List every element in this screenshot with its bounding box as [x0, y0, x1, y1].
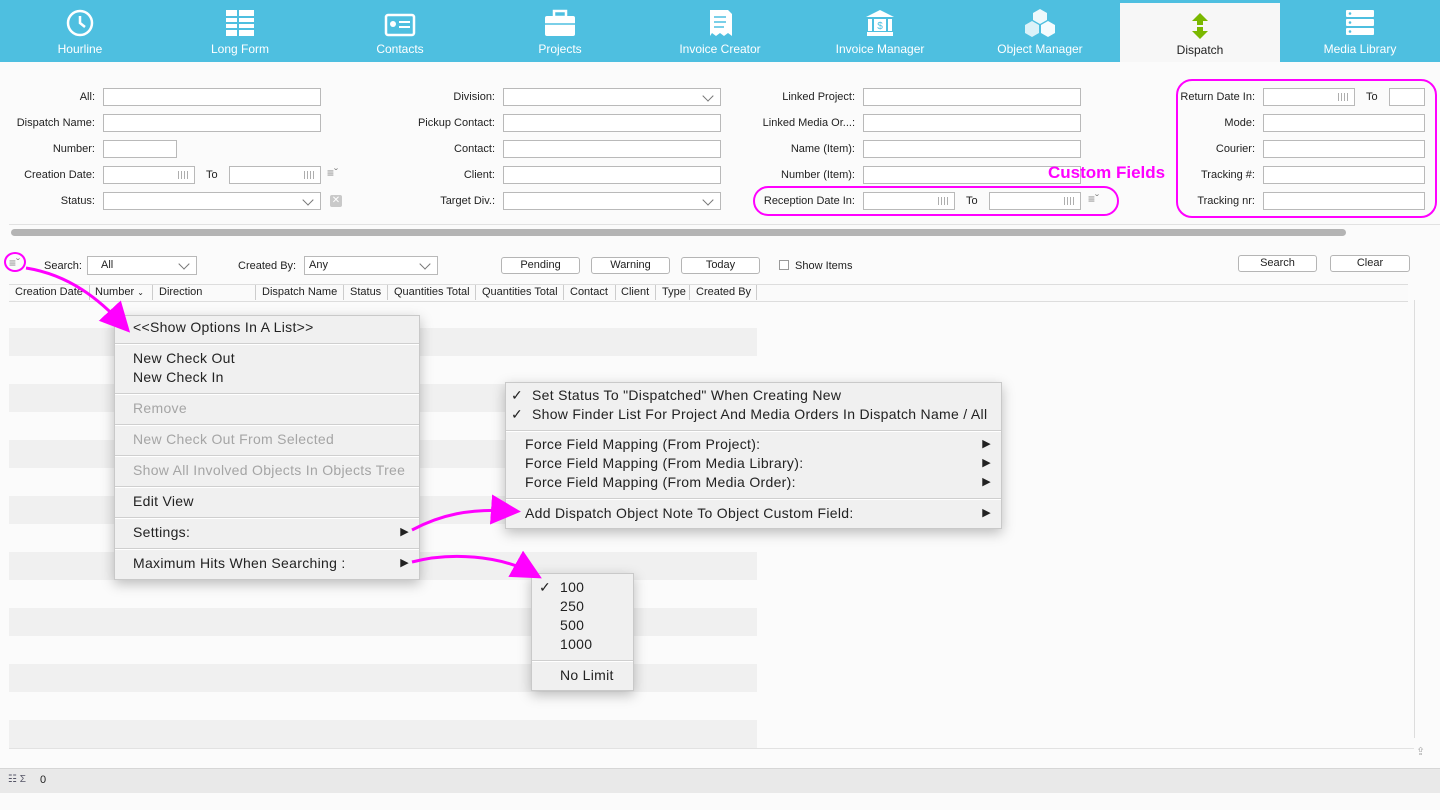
annotation-arrows	[25, 266, 542, 579]
annotation-arrow	[411, 550, 542, 579]
annotation-arrow	[25, 266, 131, 333]
annotation-arrow	[411, 494, 521, 532]
